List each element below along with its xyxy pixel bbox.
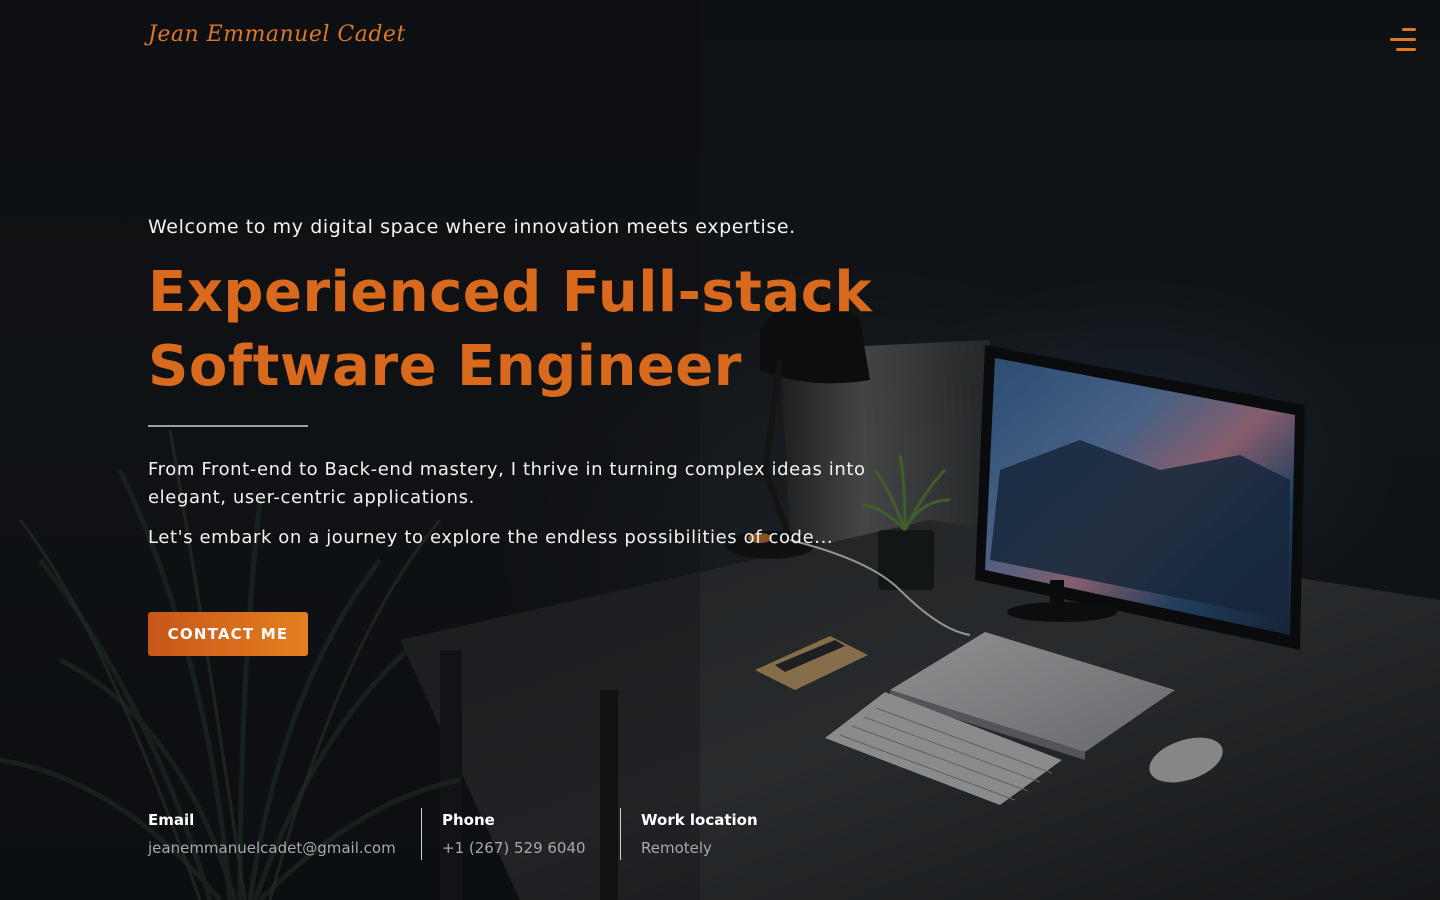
hero-title-line2: Software Engineer	[148, 334, 742, 399]
hero-title-line1: Experienced Full-stack	[148, 260, 873, 325]
menu-bar-middle	[1390, 38, 1416, 41]
logo[interactable]: Jean Emmanuel Cadet	[148, 22, 406, 47]
info-email: Email jeanemmanuelcadet@gmail.com	[148, 808, 396, 860]
info-work-location: Work location Remotely	[620, 808, 758, 860]
info-phone: Phone +1 (267) 529 6040	[421, 808, 586, 860]
menu-bar-bottom	[1396, 48, 1416, 51]
title-divider	[148, 425, 308, 427]
menu-icon[interactable]	[1388, 26, 1418, 56]
hero-description: From Front-end to Back-end mastery, I th…	[148, 459, 866, 508]
hero-intro: Welcome to my digital space where innova…	[148, 216, 796, 238]
background-desk-image	[0, 0, 1440, 900]
email-label: Email	[148, 811, 195, 829]
hero-title: Experienced Full-stack Software Engineer	[148, 256, 968, 404]
contact-me-button[interactable]: CONTACT ME	[148, 612, 308, 656]
work-location-value: Remotely	[641, 839, 712, 857]
work-location-label: Work location	[641, 811, 758, 829]
hero-description-secondary: Let's embark on a journey to explore the…	[148, 527, 834, 548]
phone-value[interactable]: +1 (267) 529 6040	[442, 837, 586, 859]
page: Jean Emmanuel Cadet Welcome to my digita…	[0, 0, 1440, 900]
phone-label: Phone	[442, 811, 495, 829]
email-value[interactable]: jeanemmanuelcadet@gmail.com	[148, 837, 396, 859]
menu-bar-top	[1402, 28, 1416, 31]
